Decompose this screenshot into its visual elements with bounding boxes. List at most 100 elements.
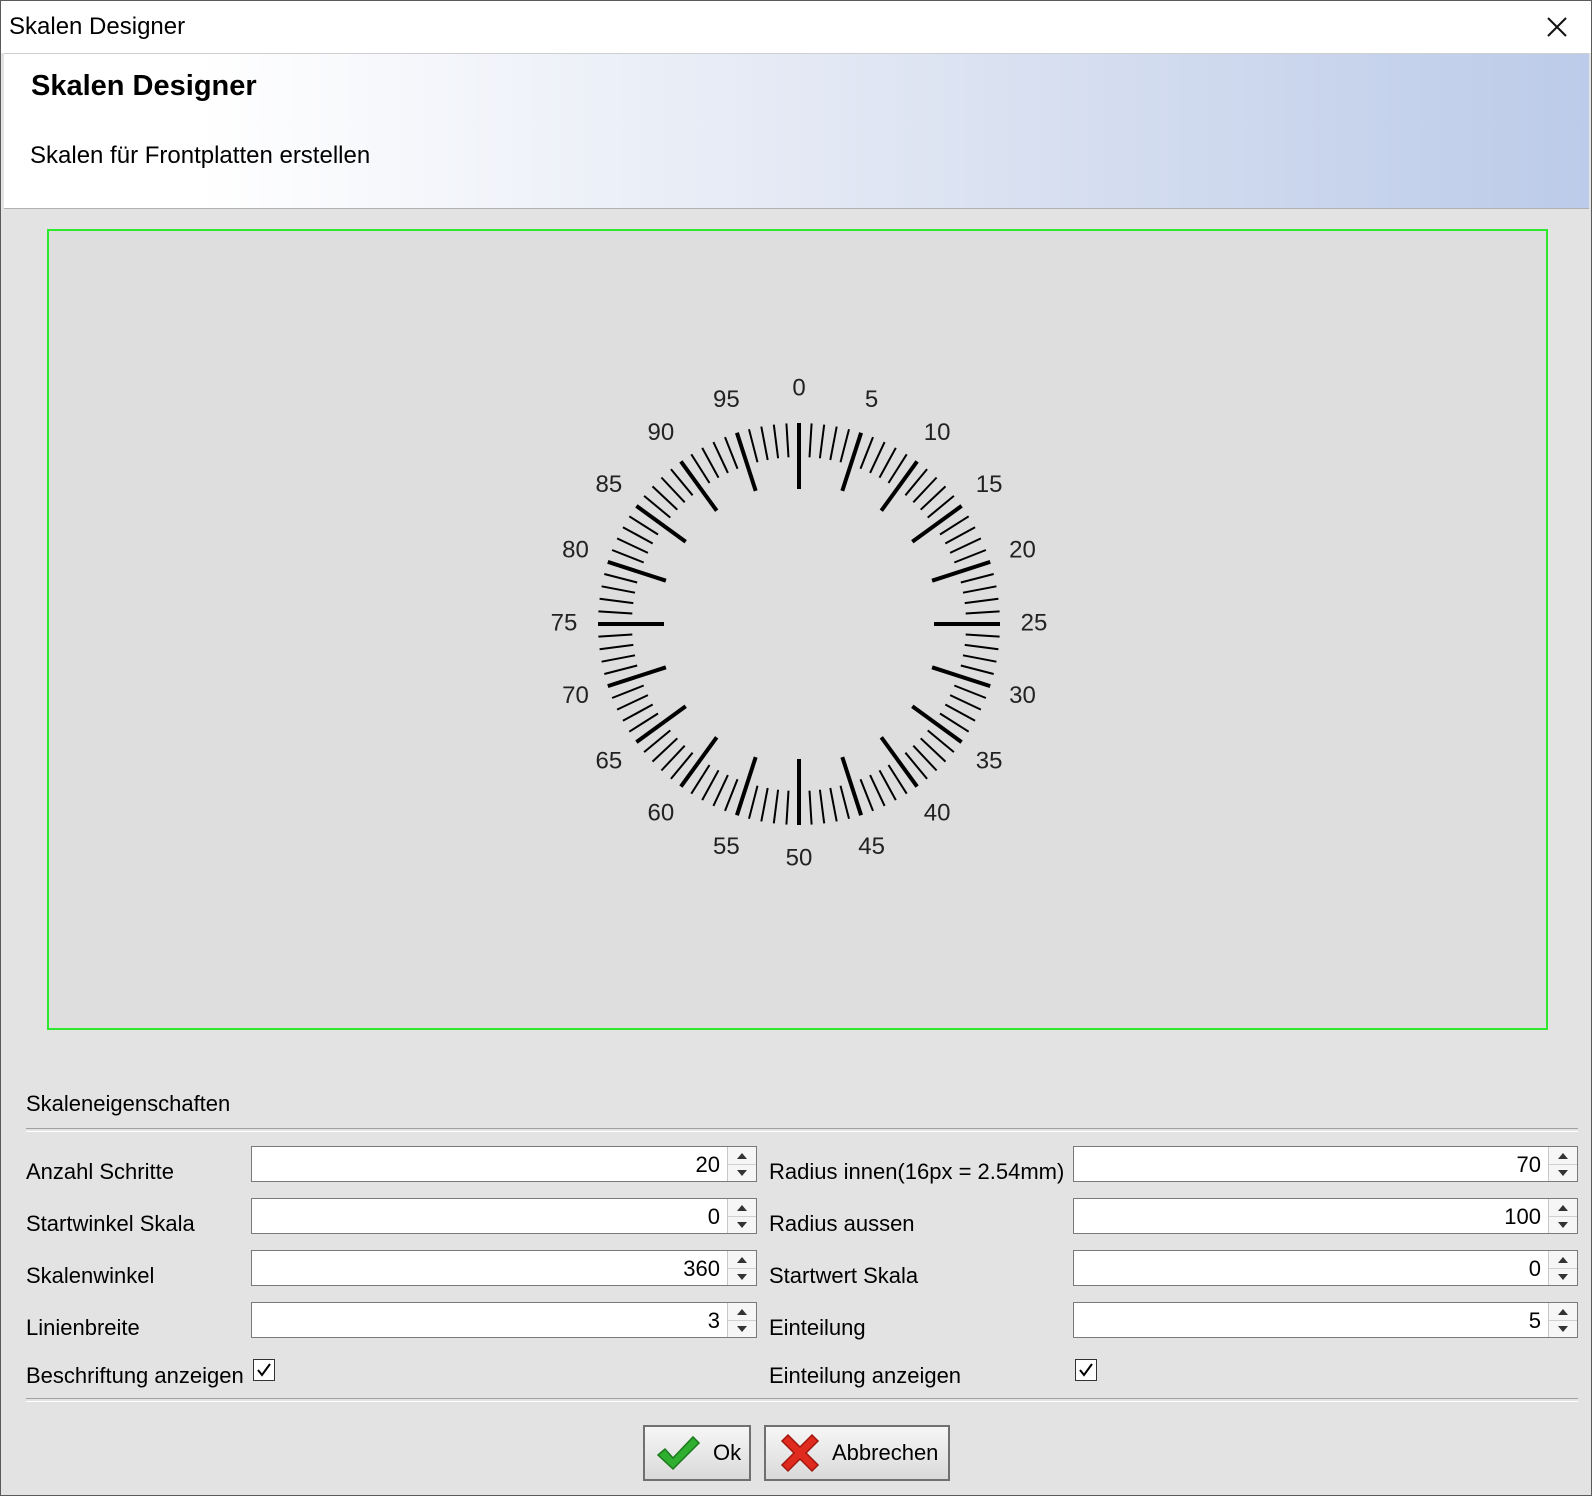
- einteilung-label: Einteilung: [769, 1315, 866, 1340]
- scale-label: 55: [713, 833, 740, 860]
- arrow-up-icon[interactable]: [1549, 1303, 1577, 1321]
- arrow-up-icon[interactable]: [1549, 1251, 1577, 1269]
- einteilung-anzeigen-checkbox[interactable]: [1075, 1359, 1097, 1381]
- scale-tick: [949, 694, 982, 711]
- anzahl-schritte-label: Anzahl Schritte: [26, 1159, 174, 1184]
- title-bar: Skalen Designer: [1, 1, 1591, 53]
- einteilung-anzeigen-label: Einteilung anzeigen: [769, 1363, 962, 1388]
- scale-tick: [622, 526, 654, 545]
- scale-tick: [616, 537, 649, 554]
- skalenwinkel-value: 360: [683, 1256, 720, 1281]
- scale-tick: [712, 774, 729, 807]
- scale-tick: [599, 643, 634, 651]
- scale-tick: [712, 441, 729, 474]
- scale-tick: [785, 790, 790, 825]
- scale-tick: [859, 778, 874, 812]
- scale-label: 5: [865, 386, 878, 413]
- startwinkel-skala-spinner[interactable]: 0: [251, 1198, 757, 1234]
- scale-label: 60: [648, 799, 675, 826]
- arrow-up-icon[interactable]: [728, 1303, 756, 1321]
- scale-tick: [818, 424, 826, 459]
- radius-innen-label: Radius innen(16px = 2.54mm): [769, 1159, 1065, 1184]
- scale-tick: [960, 664, 994, 675]
- beschriftung-anzeigen-checkbox[interactable]: [253, 1359, 275, 1381]
- scale-tick: [598, 610, 633, 615]
- radius-innen-spinner[interactable]: 70: [1073, 1146, 1578, 1182]
- arrow-down-icon[interactable]: [728, 1320, 756, 1337]
- scale-tick: [965, 633, 1000, 638]
- arrow-down-icon[interactable]: [1549, 1268, 1577, 1285]
- scale-label: 75: [551, 609, 578, 636]
- scale-label: 80: [562, 537, 589, 564]
- linienbreite-spinner[interactable]: 3: [251, 1302, 757, 1338]
- scale-label: 15: [976, 471, 1003, 498]
- startwert-skala-spinner[interactable]: 0: [1073, 1250, 1578, 1286]
- close-icon[interactable]: [1537, 7, 1577, 47]
- scale-label: 70: [562, 682, 589, 709]
- scale-label: 10: [924, 419, 951, 446]
- arrow-up-icon[interactable]: [728, 1251, 756, 1269]
- beschriftung-anzeigen-label: Beschriftung anzeigen: [26, 1363, 244, 1388]
- scale-tick: [748, 785, 759, 819]
- anzahl-schritte-spinner[interactable]: 20: [251, 1146, 757, 1182]
- scale-label: 25: [1021, 609, 1048, 636]
- anzahl-schritte-value: 20: [695, 1152, 720, 1177]
- einteilung-spinner[interactable]: 5: [1073, 1302, 1578, 1338]
- scale-tick: [760, 426, 769, 461]
- arrow-up-icon[interactable]: [1549, 1199, 1577, 1217]
- scale-tick: [701, 769, 720, 801]
- scale-tick: [839, 429, 850, 463]
- scale-dial: 0 5 10 15 20 25 30 35 40 45 50 55 60 65 70 75 80 85 90 95: [551, 374, 1048, 871]
- dialog-window: Skalen Designer Skalen Designer Skalen f…: [0, 0, 1592, 1496]
- skalenwinkel-spinner[interactable]: 360: [251, 1250, 757, 1286]
- scale-tick: [964, 597, 999, 605]
- scale-tick: [962, 654, 997, 663]
- scale-tick: [878, 769, 897, 801]
- arrow-down-icon[interactable]: [728, 1268, 756, 1285]
- scale-tick: [808, 423, 813, 458]
- scale-tick: [879, 460, 919, 512]
- scale-label: 65: [596, 747, 623, 774]
- arrow-up-icon[interactable]: [1549, 1147, 1577, 1165]
- scale-tick: [679, 460, 719, 512]
- checkmark-icon: [257, 1363, 271, 1377]
- radius-aussen-spinner[interactable]: 100: [1073, 1198, 1578, 1234]
- scale-label: 45: [858, 833, 885, 860]
- arrow-up-icon[interactable]: [728, 1199, 756, 1217]
- cancel-button-label: Abbrechen: [832, 1440, 939, 1465]
- scale-label: 0: [792, 374, 805, 401]
- arrow-down-icon[interactable]: [1549, 1320, 1577, 1337]
- cancel-button[interactable]: Abbrechen: [764, 1425, 950, 1481]
- window-title: Skalen Designer: [9, 13, 186, 40]
- scale-label: 85: [596, 471, 623, 498]
- arrow-down-icon[interactable]: [728, 1216, 756, 1233]
- scale-tick: [818, 789, 826, 824]
- scale-tick: [829, 787, 838, 822]
- arrow-up-icon[interactable]: [728, 1147, 756, 1165]
- scale-tick: [611, 549, 645, 564]
- scale-tick: [772, 424, 780, 459]
- scale-tick: [611, 684, 645, 699]
- linienbreite-value: 3: [707, 1308, 720, 1333]
- scale-preview: 0 5 10 15 20 25 30 35 40 45 50 55 60 65 70 75 80 85 90 95: [47, 229, 1548, 1030]
- arrow-down-icon[interactable]: [1549, 1164, 1577, 1181]
- checkmark-icon: [656, 1435, 701, 1471]
- scale-tick: [960, 573, 994, 584]
- arrow-down-icon[interactable]: [1549, 1216, 1577, 1233]
- scale-tick: [911, 704, 963, 744]
- scale-tick: [911, 504, 963, 544]
- ok-button[interactable]: Ok: [643, 1425, 751, 1481]
- scale-tick: [829, 426, 838, 461]
- linienbreite-label: Linienbreite: [26, 1315, 140, 1340]
- startwinkel-skala-value: 0: [707, 1204, 720, 1229]
- scale-tick: [962, 585, 997, 594]
- scale-label: 35: [976, 747, 1003, 774]
- scale-tick: [616, 694, 649, 711]
- separator: [26, 1128, 1578, 1132]
- scale-tick: [599, 597, 634, 605]
- skalenwinkel-label: Skalenwinkel: [26, 1263, 155, 1288]
- separator: [26, 1398, 1578, 1402]
- scale-tick: [964, 643, 999, 651]
- arrow-down-icon[interactable]: [728, 1164, 756, 1181]
- scale-tick: [679, 736, 719, 788]
